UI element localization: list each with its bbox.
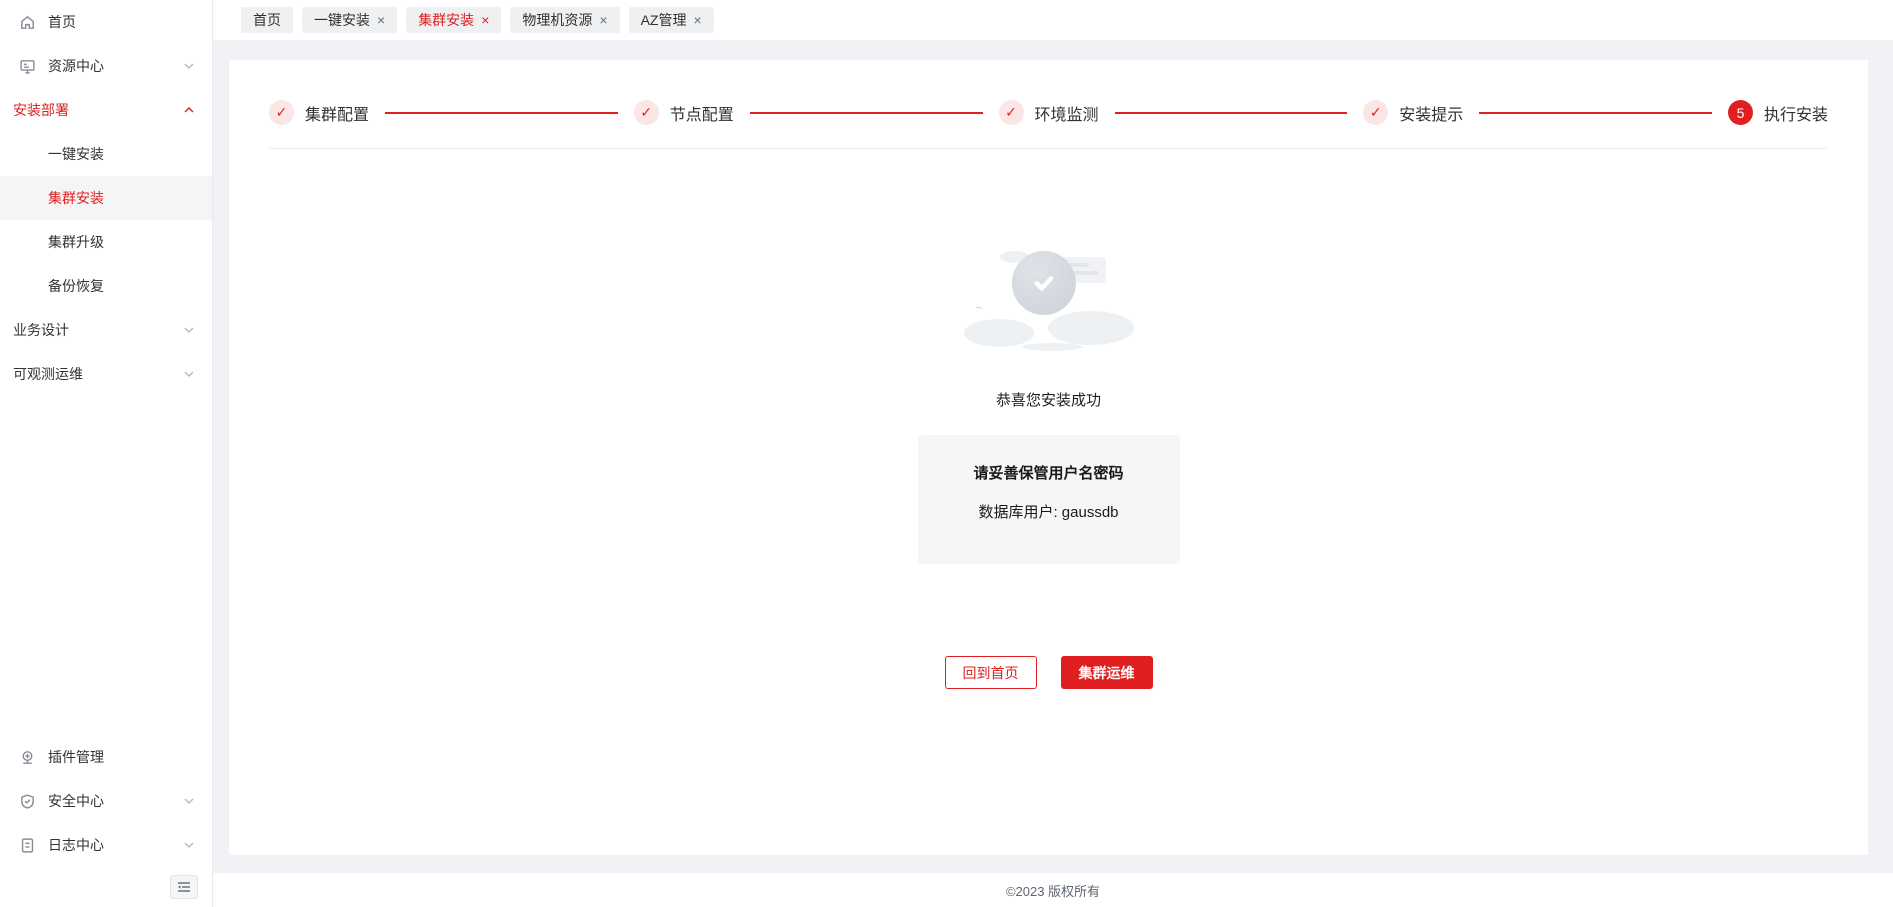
tab-label: 首页 (253, 10, 281, 30)
step-done-icon: ✓ (999, 100, 1024, 125)
chevron-down-icon (184, 369, 194, 379)
sidebar-item-security-center[interactable]: 安全中心 (0, 779, 212, 823)
step-done-icon: ✓ (634, 100, 659, 125)
collapse-menu-icon (177, 881, 191, 893)
step-install-tips: ✓ 安装提示 (1363, 100, 1463, 125)
cloud-shape (1022, 343, 1082, 351)
notice-title: 请妥善保管用户名密码 (928, 462, 1170, 483)
chevron-down-icon (184, 796, 194, 806)
sidebar-item-label: 业务设计 (13, 320, 69, 340)
tab-physical-machine-resource[interactable]: 物理机资源 × (510, 7, 619, 33)
close-icon[interactable]: × (481, 13, 489, 27)
success-illustration: ~ (964, 267, 1134, 363)
sidebar-item-label: 安装部署 (13, 100, 69, 120)
footer: ©2023 版权所有 (213, 873, 1893, 907)
sidebar: 首页 资源中心 安装部署 一键安装 集群安装 (0, 0, 213, 907)
monitor-icon (18, 57, 36, 75)
sidebar-item-label: 集群升级 (48, 232, 104, 252)
tab-home[interactable]: 首页 (241, 7, 293, 33)
wizard-card: ✓ 集群配置 ✓ 节点配置 ✓ 环境监测 ✓ (229, 60, 1868, 855)
plugin-icon (18, 748, 36, 766)
cloud-shape (964, 319, 1034, 347)
close-icon[interactable]: × (377, 13, 385, 27)
sidebar-item-label: 一键安装 (48, 144, 104, 164)
content-area: ✓ 集群配置 ✓ 节点配置 ✓ 环境监测 ✓ (213, 40, 1893, 873)
sidebar-item-install-deploy[interactable]: 安装部署 (0, 88, 212, 132)
db-user-line: 数据库用户: gaussdb (928, 501, 1170, 522)
main-area: 首页 一键安装 × 集群安装 × 物理机资源 × AZ管理 × (213, 0, 1893, 907)
close-icon[interactable]: × (693, 13, 701, 27)
shield-check-icon (18, 792, 36, 810)
sidebar-item-label: 日志中心 (48, 835, 104, 855)
step-connector (385, 112, 618, 114)
sidebar-item-label: 安全中心 (48, 791, 104, 811)
sidebar-collapse-button[interactable] (170, 875, 198, 899)
install-stepper: ✓ 集群配置 ✓ 节点配置 ✓ 环境监测 ✓ (229, 60, 1868, 125)
stepper-divider (269, 148, 1828, 149)
sidebar-item-home[interactable]: 首页 (0, 0, 212, 44)
chevron-down-icon (184, 61, 194, 71)
step-connector (1479, 112, 1712, 114)
step-done-icon: ✓ (269, 100, 294, 125)
app-window: 首页 资源中心 安装部署 一键安装 集群安装 (0, 0, 1893, 907)
tab-label: 物理机资源 (522, 10, 592, 30)
tab-cluster-install[interactable]: 集群安装 × (406, 7, 501, 33)
step-number-badge: 5 (1728, 100, 1753, 125)
sidebar-item-label: 首页 (48, 12, 76, 32)
chevron-up-icon (184, 105, 194, 115)
success-check-icon (1011, 251, 1075, 315)
action-buttons: 回到首页 集群运维 (229, 656, 1868, 689)
sidebar-item-label: 集群安装 (48, 188, 104, 208)
tab-one-click-install[interactable]: 一键安装 × (302, 7, 397, 33)
sidebar-item-business-design[interactable]: 业务设计 (0, 308, 212, 352)
bird-shape: ~ (976, 301, 983, 315)
step-connector (1115, 112, 1348, 114)
document-icon (18, 836, 36, 854)
sidebar-item-label: 备份恢复 (48, 276, 104, 296)
cloud-shape (1048, 311, 1134, 345)
step-node-config: ✓ 节点配置 (634, 100, 734, 125)
sidebar-bottom-group: 插件管理 安全中心 (0, 735, 212, 907)
tab-label: 一键安装 (314, 10, 370, 30)
sidebar-item-cluster-install[interactable]: 集群安装 (0, 176, 212, 220)
sidebar-item-resource-center[interactable]: 资源中心 (0, 44, 212, 88)
sidebar-item-backup-restore[interactable]: 备份恢复 (0, 264, 212, 308)
close-icon[interactable]: × (599, 13, 607, 27)
credential-notice-box: 请妥善保管用户名密码 数据库用户: gaussdb (918, 435, 1180, 564)
sidebar-item-cluster-upgrade[interactable]: 集群升级 (0, 220, 212, 264)
install-result: ~ 恭喜您安装成功 请妥善保管用户名密码 数据库用户: gaussdb (229, 267, 1868, 689)
sidebar-item-one-click-install[interactable]: 一键安装 (0, 132, 212, 176)
copyright-text: ©2023 版权所有 (1006, 881, 1100, 900)
sidebar-item-label: 资源中心 (48, 56, 104, 76)
step-execute-install: 5 执行安装 (1728, 100, 1828, 125)
home-icon (18, 13, 36, 31)
sidebar-item-label: 插件管理 (48, 747, 104, 767)
step-env-check: ✓ 环境监测 (999, 100, 1099, 125)
tab-az-management[interactable]: AZ管理 × (629, 7, 714, 33)
sidebar-item-label: 可观测运维 (13, 364, 83, 384)
cluster-ops-button[interactable]: 集群运维 (1061, 656, 1153, 689)
back-home-button[interactable]: 回到首页 (945, 656, 1037, 689)
step-connector (750, 112, 983, 114)
success-message: 恭喜您安装成功 (229, 389, 1868, 410)
tab-bar: 首页 一键安装 × 集群安装 × 物理机资源 × AZ管理 × (213, 0, 1893, 40)
step-cluster-config: ✓ 集群配置 (269, 100, 369, 125)
sidebar-collapse-row (0, 867, 212, 907)
tab-label: AZ管理 (641, 10, 687, 30)
sidebar-item-plugin-management[interactable]: 插件管理 (0, 735, 212, 779)
chevron-down-icon (184, 325, 194, 335)
step-done-icon: ✓ (1363, 100, 1388, 125)
tab-label: 集群安装 (418, 10, 474, 30)
sidebar-item-log-center[interactable]: 日志中心 (0, 823, 212, 867)
chevron-down-icon (184, 840, 194, 850)
sidebar-item-observability-ops[interactable]: 可观测运维 (0, 352, 212, 396)
